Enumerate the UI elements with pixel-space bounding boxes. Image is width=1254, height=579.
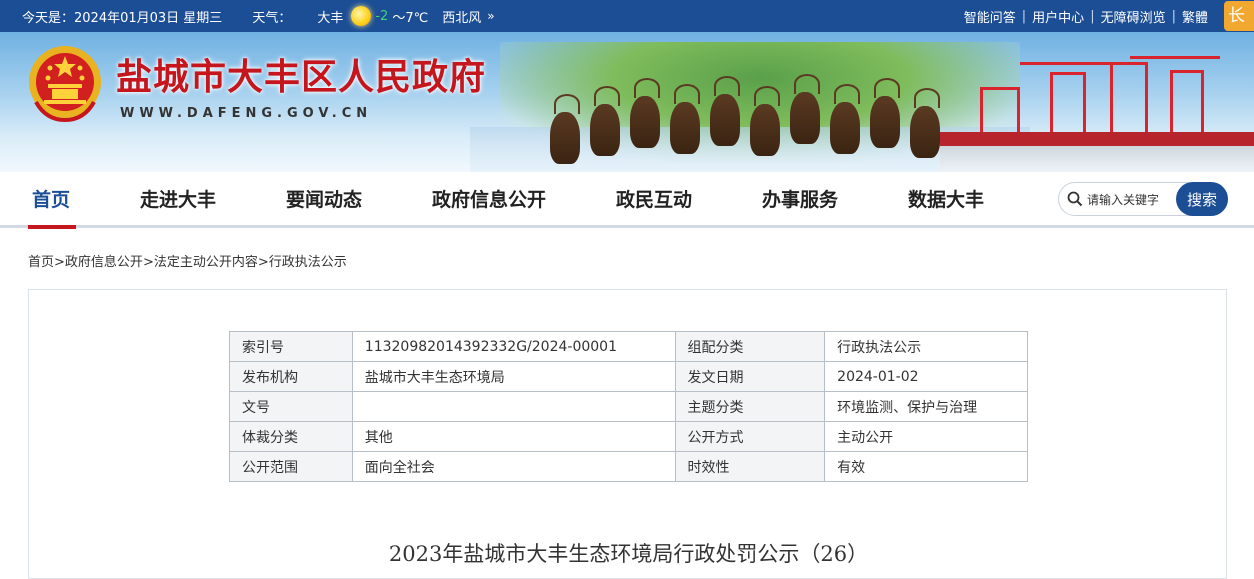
meta-key: 时效性 bbox=[674, 451, 826, 482]
site-url: WWW.DAFENG.GOV.CN bbox=[120, 106, 373, 121]
port-dock bbox=[940, 132, 1254, 146]
meta-value: 2024-01-02 bbox=[824, 361, 1028, 392]
deer-figure bbox=[550, 94, 580, 164]
weather-label: 天气： bbox=[252, 10, 292, 26]
meta-key: 索引号 bbox=[229, 331, 353, 362]
double-chevron-right-icon[interactable]: » bbox=[487, 9, 494, 23]
search-icon[interactable] bbox=[1067, 191, 1083, 207]
meta-value: 有效 bbox=[824, 451, 1028, 482]
deer-figure bbox=[710, 76, 740, 146]
port-crane bbox=[1170, 70, 1204, 134]
meta-key: 发布机构 bbox=[229, 361, 353, 392]
nav-item-gov-info[interactable]: 政府信息公开 bbox=[432, 172, 546, 228]
meta-value: 其他 bbox=[351, 421, 676, 452]
search-box: 搜索 bbox=[1058, 182, 1228, 216]
metadata-table: 索引号 11320982014392332G/2024-00001 组配分类 行… bbox=[229, 331, 1028, 482]
breadcrumb-enforcement[interactable]: 行政执法公示 bbox=[269, 255, 347, 270]
table-row: 体裁分类 其他 公开方式 主动公开 bbox=[229, 421, 1028, 452]
meta-value: 环境监测、保护与治理 bbox=[824, 391, 1028, 422]
meta-key: 组配分类 bbox=[674, 331, 826, 362]
deer-figure bbox=[590, 86, 620, 156]
weather-city: 大丰 bbox=[317, 10, 344, 26]
top-links: 智能问答 | 用户中心 | 无障碍浏览 | 繁體 bbox=[958, 0, 1214, 32]
port-crane bbox=[1020, 62, 1120, 65]
wind-text: 西北风 bbox=[442, 10, 482, 26]
deer-figure bbox=[870, 78, 900, 148]
deer-figure bbox=[670, 84, 700, 154]
meta-value: 行政执法公示 bbox=[824, 331, 1028, 362]
meta-value: 主动公开 bbox=[824, 421, 1028, 452]
nav-active-underline bbox=[28, 225, 76, 229]
breadcrumb-separator: > bbox=[142, 255, 154, 270]
meta-key: 体裁分类 bbox=[229, 421, 353, 452]
deer-figure bbox=[830, 84, 860, 154]
sun-icon bbox=[351, 6, 372, 26]
table-row: 发布机构 盐城市大丰生态环境局 发文日期 2024-01-02 bbox=[229, 361, 1028, 392]
meta-key: 发文日期 bbox=[674, 361, 826, 392]
deer-figure bbox=[630, 78, 660, 148]
meta-value: 盐城市大丰生态环境局 bbox=[351, 361, 676, 392]
deer-figure bbox=[750, 86, 780, 156]
meta-value: 面向全社会 bbox=[351, 451, 676, 482]
port-crane bbox=[1050, 72, 1086, 134]
elder-mode-button[interactable]: 长者 bbox=[1224, 1, 1254, 31]
link-traditional-chinese[interactable]: 繁體 bbox=[1176, 7, 1214, 26]
date-text: 今天是：2024年01月03日 星期三 bbox=[22, 10, 223, 26]
meta-key: 公开方式 bbox=[674, 421, 826, 452]
search-button[interactable]: 搜索 bbox=[1176, 182, 1228, 216]
deer-figure bbox=[790, 74, 820, 144]
link-user-center[interactable]: 用户中心 bbox=[1026, 7, 1090, 26]
table-row: 文号 主题分类 环境监测、保护与治理 bbox=[229, 391, 1028, 422]
breadcrumb-separator: > bbox=[257, 255, 269, 270]
site-title: 盐城市大丰区人民政府 bbox=[116, 56, 487, 98]
table-row: 索引号 11320982014392332G/2024-00001 组配分类 行… bbox=[229, 331, 1028, 362]
nav-item-about[interactable]: 走进大丰 bbox=[140, 172, 216, 228]
nav-item-news[interactable]: 要闻动态 bbox=[286, 172, 362, 228]
meta-value: 11320982014392332G/2024-00001 bbox=[351, 331, 676, 362]
top-bar: 今天是：2024年01月03日 星期三 天气： 大丰 -2 ～7℃ 西北风 » … bbox=[0, 0, 1254, 32]
search-input[interactable] bbox=[1087, 189, 1171, 211]
temp-low: -2 bbox=[375, 8, 389, 24]
breadcrumb-separator: > bbox=[54, 255, 65, 270]
breadcrumb-gov-info[interactable]: 政府信息公开 bbox=[65, 255, 143, 270]
breadcrumb-statutory[interactable]: 法定主动公开内容 bbox=[154, 255, 258, 270]
link-accessibility[interactable]: 无障碍浏览 bbox=[1095, 7, 1172, 26]
meta-key: 公开范围 bbox=[229, 451, 353, 482]
port-crane bbox=[1130, 56, 1220, 59]
nav-item-data[interactable]: 数据大丰 bbox=[908, 172, 984, 228]
nav-item-home[interactable]: 首页 bbox=[32, 172, 70, 228]
national-emblem-icon bbox=[29, 46, 101, 122]
port-water bbox=[940, 146, 1254, 172]
link-smart-qa[interactable]: 智能问答 bbox=[958, 7, 1022, 26]
date-weather: 今天是：2024年01月03日 星期三 天气： 大丰 -2 ～7℃ 西北风 » bbox=[22, 0, 499, 32]
meta-key: 主题分类 bbox=[674, 391, 826, 422]
meta-key: 文号 bbox=[229, 391, 353, 422]
table-row: 公开范围 面向全社会 时效性 有效 bbox=[229, 451, 1028, 482]
port-crane bbox=[1110, 62, 1148, 134]
meta-value bbox=[351, 391, 676, 422]
nav-item-interaction[interactable]: 政民互动 bbox=[616, 172, 692, 228]
nav-item-services[interactable]: 办事服务 bbox=[762, 172, 838, 228]
temp-high: ～7℃ bbox=[392, 10, 429, 26]
deer-figure bbox=[910, 88, 940, 158]
breadcrumb-home[interactable]: 首页 bbox=[28, 255, 54, 270]
port-crane bbox=[980, 87, 1020, 135]
article-container: 索引号 11320982014392332G/2024-00001 组配分类 行… bbox=[28, 289, 1227, 579]
breadcrumb: 首页>政府信息公开>法定主动公开内容>行政执法公示 bbox=[28, 251, 347, 270]
